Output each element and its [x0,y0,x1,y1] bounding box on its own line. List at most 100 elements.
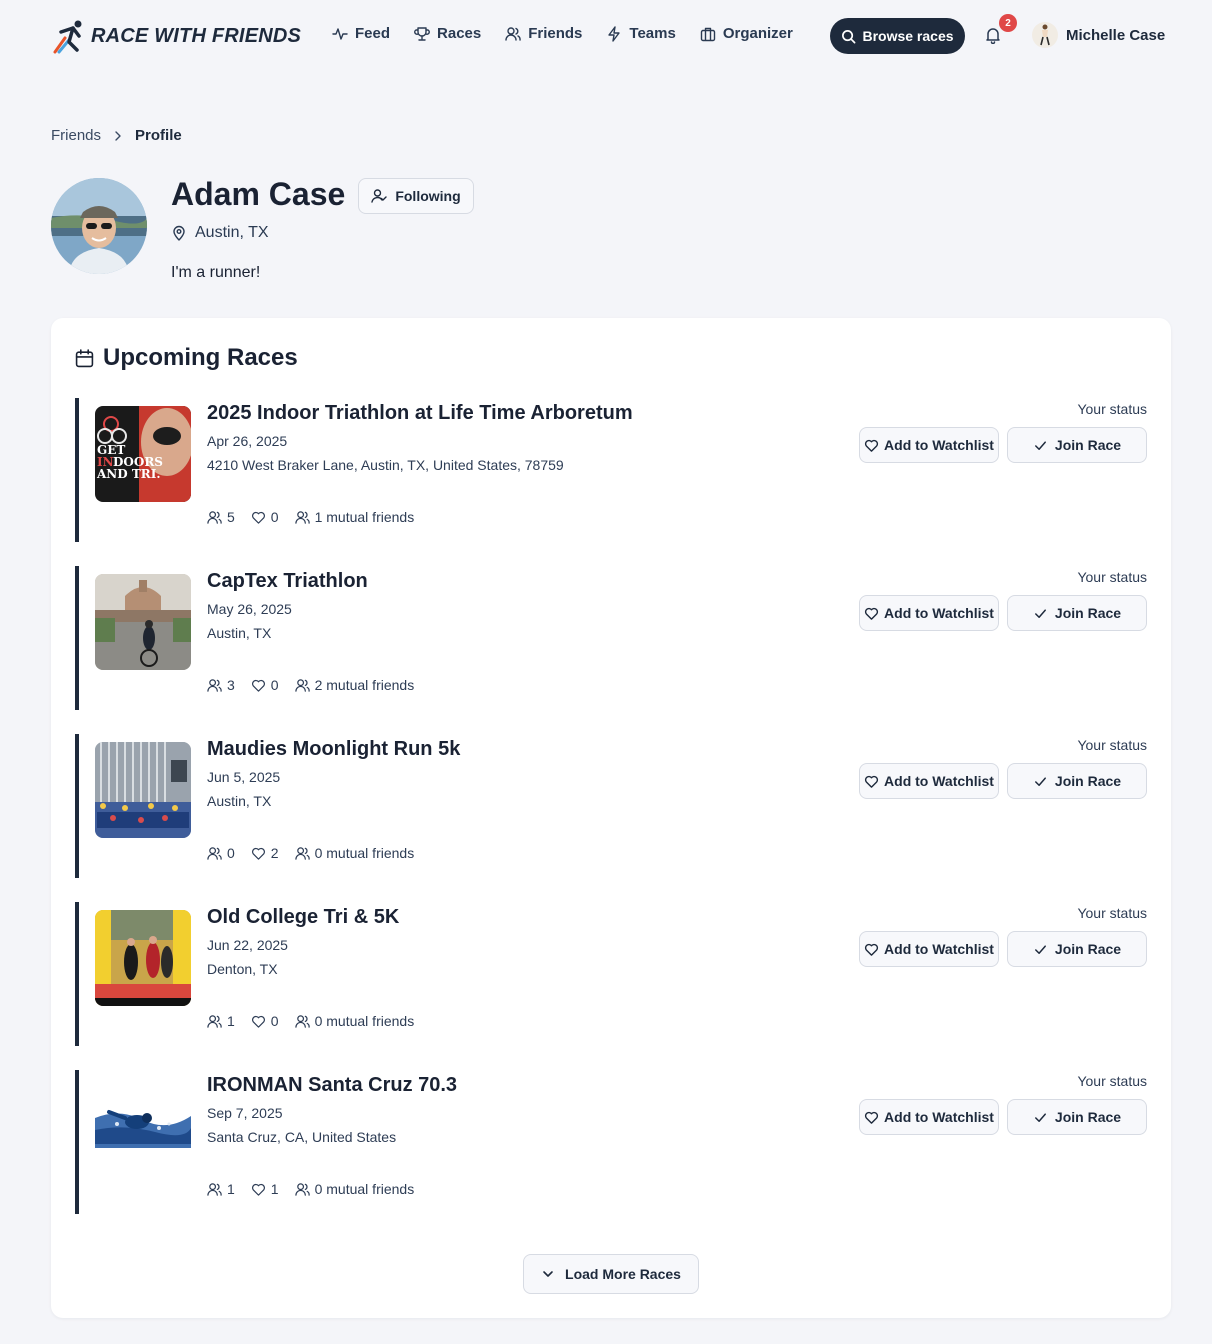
nav-item-feed[interactable]: Feed [332,25,390,42]
race-title[interactable]: CapTex Triathlon [207,570,368,593]
join-race-button[interactable]: Join Race [1007,427,1147,463]
race-image[interactable] [95,574,191,670]
following-button[interactable]: Following [358,178,474,214]
check-icon [1034,776,1046,786]
nav-item-friends[interactable]: Friends [505,25,582,42]
your-status-label: Your status [1077,401,1147,417]
race-thumbnail-indoor-tri: GET IN DOORS AND TRI. [95,406,191,502]
race-title[interactable]: Old College Tri & 5K [207,906,399,929]
participants-stat: 3 [207,677,235,693]
heart-icon [251,1183,265,1196]
check-icon [1034,608,1046,618]
add-to-watchlist-button[interactable]: Add to Watchlist [859,763,999,799]
participants-stat: 1 [207,1181,235,1197]
nav-item-teams[interactable]: Teams [606,25,676,42]
mutual-friends-text: 0 mutual friends [314,1181,415,1197]
race-image[interactable] [95,742,191,838]
breadcrumb: Friends Profile [51,127,182,144]
briefcase-icon [700,27,716,41]
bell-icon[interactable] [984,26,1002,44]
race-image[interactable] [95,910,191,1006]
join-race-label: Join Race [1054,605,1122,621]
your-status-label: Your status [1077,905,1147,921]
heart-icon [864,1111,879,1124]
race-title[interactable]: IRONMAN Santa Cruz 70.3 [207,1074,457,1097]
watchlist-label: Add to Watchlist [884,437,994,453]
user-menu[interactable]: Michelle Case [1032,22,1165,48]
race-title[interactable]: Maudies Moonlight Run 5k [207,738,460,761]
join-race-button[interactable]: Join Race [1007,763,1147,799]
race-item: Maudies Moonlight Run 5k Jun 5, 2025 Aus… [75,734,1147,878]
user-check-icon [371,189,388,203]
add-to-watchlist-button[interactable]: Add to Watchlist [859,427,999,463]
heart-icon [251,679,265,692]
profile-location-text: Austin, TX [195,224,269,241]
nav-item-races[interactable]: Races [414,25,481,42]
race-thumbnail-old-college-tri [95,910,191,1006]
mutual-friends-stat: 2 mutual friends [294,677,414,693]
runner-logo-icon [53,20,82,54]
heart-icon [251,847,265,860]
brand-name: RACE WITH FRIENDS [91,24,302,47]
race-location: 4210 West Braker Lane, Austin, TX, Unite… [207,457,564,473]
heart-icon [251,1015,265,1028]
race-title[interactable]: 2025 Indoor Triathlon at Life Time Arbor… [207,402,633,425]
browse-races-button[interactable]: Browse races [830,18,965,54]
race-stats: 1 0 0 mutual friends [207,1013,414,1029]
upcoming-races-title: Upcoming Races [103,344,298,371]
your-status-label: Your status [1077,737,1147,753]
race-thumbnail-captex [95,574,191,670]
add-to-watchlist-button[interactable]: Add to Watchlist [859,931,999,967]
top-nav: RACE WITH FRIENDS Feed Races Friends Tea… [0,0,1212,72]
participants-stat: 0 [207,845,235,861]
join-race-button[interactable]: Join Race [1007,1099,1147,1135]
brand[interactable]: RACE WITH FRIENDS [51,18,301,54]
participants-stat: 1 [207,1013,235,1029]
race-item: CapTex Triathlon May 26, 2025 Austin, TX… [75,566,1147,710]
mutual-friends-text: 1 mutual friends [314,509,415,525]
race-image[interactable] [95,1078,191,1174]
profile-location: Austin, TX [171,224,269,242]
upcoming-races-card: Upcoming Races GET IN DOORS AND TRI. 202… [51,318,1171,1318]
heart-icon [864,607,879,620]
nav-item-organizer[interactable]: Organizer [700,25,793,42]
participants-stat: 5 [207,509,235,525]
race-thumbnail-moonlight-run [95,742,191,838]
participants-count: 1 [227,1181,235,1197]
check-icon [1034,440,1046,450]
race-image[interactable]: GET IN DOORS AND TRI. [95,406,191,502]
user-name: Michelle Case [1066,26,1166,44]
add-to-watchlist-button[interactable]: Add to Watchlist [859,595,999,631]
watchlist-label: Add to Watchlist [884,1109,994,1125]
thumbnail-lettering-4: AND TRI. [96,467,161,481]
join-race-label: Join Race [1054,773,1122,789]
likes-count: 0 [270,677,279,693]
users-icon [505,26,521,41]
join-race-button[interactable]: Join Race [1007,931,1147,967]
watchlist-label: Add to Watchlist [884,605,994,621]
race-location: Austin, TX [207,625,272,641]
race-date: Jun 22, 2025 [207,937,288,953]
watchlist-label: Add to Watchlist [884,941,994,957]
users-icon [207,678,222,692]
race-thumbnail-ironman [95,1078,191,1174]
heart-icon [864,943,879,956]
add-to-watchlist-button[interactable]: Add to Watchlist [859,1099,999,1135]
trophy-icon [414,26,430,41]
check-icon [1034,1112,1046,1122]
lightning-icon [608,25,621,42]
nav-item-label: Feed [355,25,391,42]
likes-count: 1 [270,1181,279,1197]
your-status-label: Your status [1077,569,1147,585]
breadcrumb-friends-link[interactable]: Friends [51,127,101,144]
check-icon [1034,944,1046,954]
mutual-friends-stat: 1 mutual friends [294,509,415,525]
likes-stat: 0 [251,1013,279,1029]
likes-count: 0 [270,1013,279,1029]
users-icon [294,510,310,524]
load-more-races-button[interactable]: Load More Races [523,1254,699,1294]
join-race-button[interactable]: Join Race [1007,595,1147,631]
search-icon [842,29,856,43]
notification-badge: 2 [999,14,1017,32]
race-item: GET IN DOORS AND TRI. 2025 Indoor Triath… [75,398,1147,542]
